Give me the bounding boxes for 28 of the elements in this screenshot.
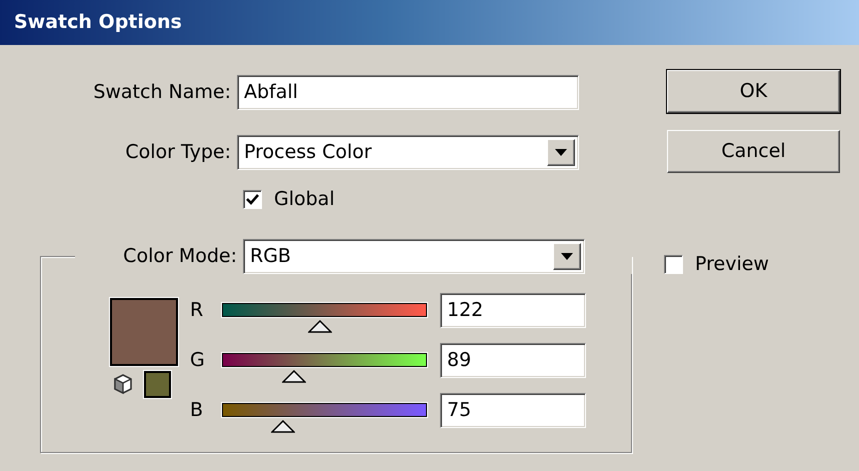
checkmark-icon — [246, 194, 259, 205]
channel-label: G — [190, 348, 206, 372]
input-field[interactable]: 89 — [440, 342, 586, 378]
slider-thumb[interactable] — [282, 370, 306, 383]
channel-label: R — [190, 298, 204, 322]
cube-icon — [112, 372, 134, 396]
checkbox[interactable] — [243, 190, 262, 209]
checkbox-label: Preview — [695, 253, 769, 276]
caret-icon — [561, 252, 573, 260]
window-title: Swatch Options — [0, 0, 859, 45]
channel-label: B — [190, 398, 204, 422]
slider-thumb[interactable] — [270, 420, 295, 433]
dialog-button[interactable]: Cancel — [667, 130, 840, 173]
gamut-swatch[interactable] — [144, 370, 171, 398]
color-swatch — [110, 298, 178, 366]
dropdown[interactable]: Process Color — [237, 135, 579, 170]
field-label: Color Type: — [124, 141, 232, 164]
slider-thumb[interactable] — [308, 320, 332, 333]
caret-icon — [555, 149, 567, 156]
input-field[interactable]: Abfall — [237, 75, 579, 110]
dropdown[interactable]: RGB — [243, 238, 585, 274]
checkbox-label: Global — [274, 188, 335, 211]
checkbox[interactable] — [664, 254, 683, 274]
field-label: Swatch Name: — [92, 81, 232, 104]
field-label: Color Mode: — [122, 244, 238, 268]
dialog-button[interactable]: OK — [667, 70, 840, 113]
input-field[interactable]: 75 — [440, 392, 586, 428]
input-field[interactable]: 122 — [440, 292, 586, 328]
